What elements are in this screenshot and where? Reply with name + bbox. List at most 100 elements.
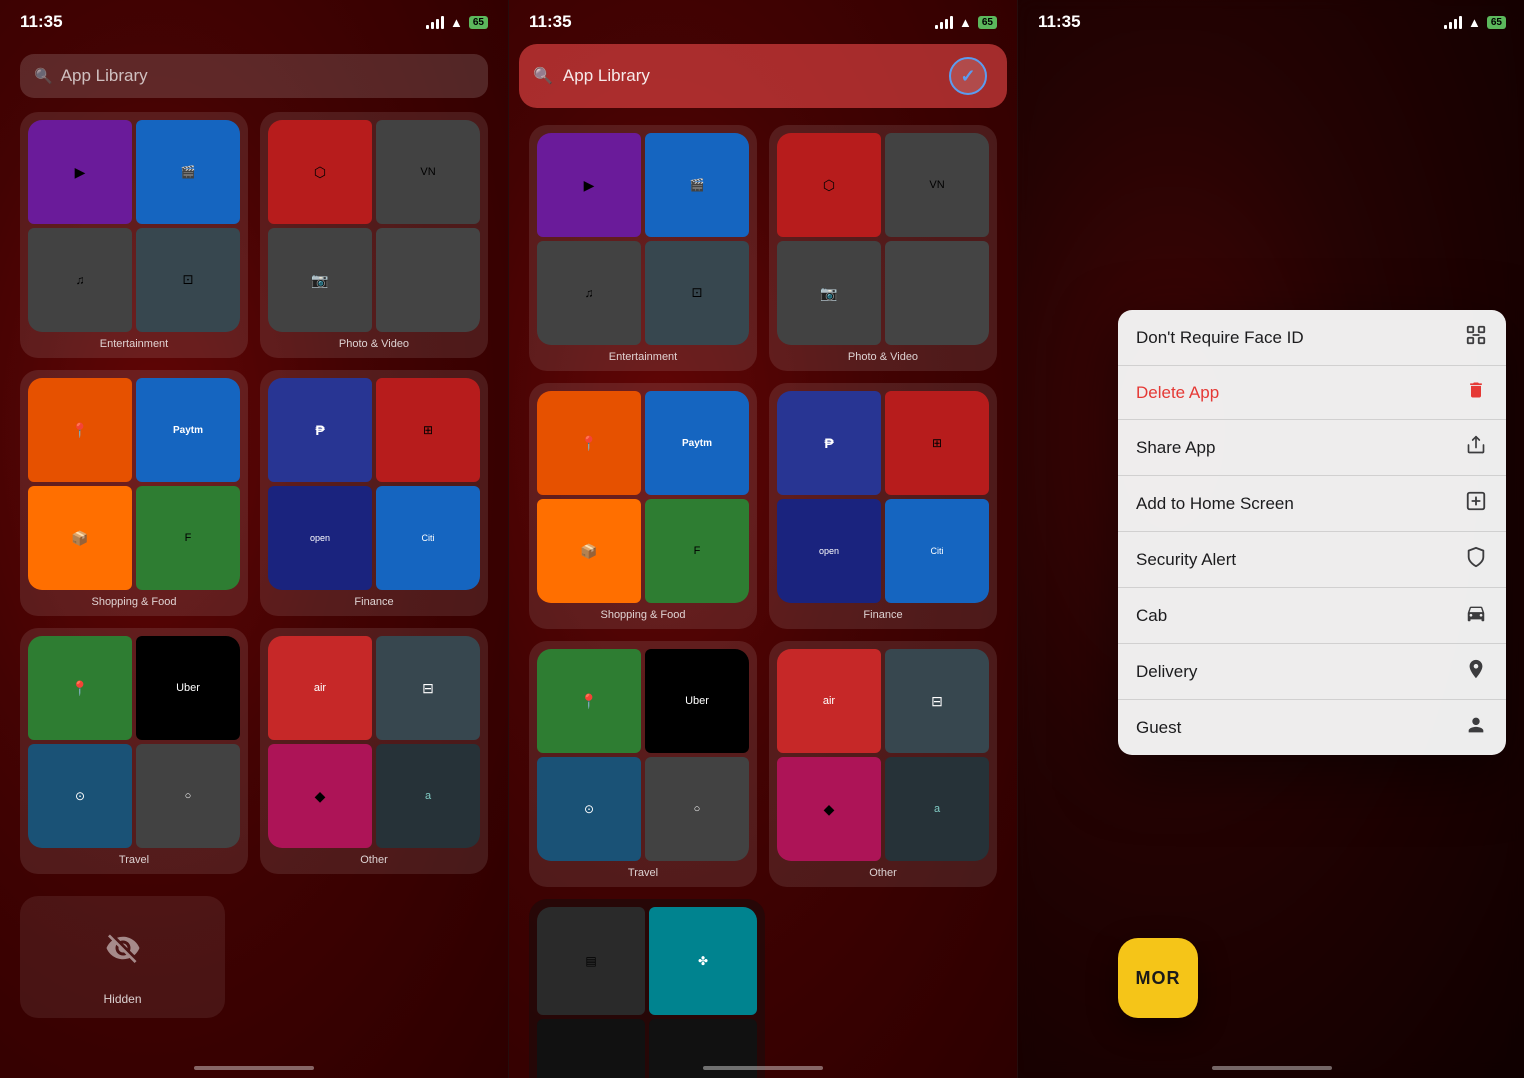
folder-finance-2[interactable]: ₱ ⊞ open Citi Finance: [769, 383, 997, 629]
folder-grid-photo-1: ⬡ VN 📷: [268, 120, 480, 332]
folder-cell: Paytm: [645, 391, 749, 495]
folder-shopping-2[interactable]: 📍 Paytm 📦 F Shopping & Food: [529, 383, 757, 629]
panel-1: 11:35 ▲ 65 🔍 App Library ▶ 🎬 ♫ ⚀: [0, 0, 508, 1078]
folder-cell: a: [885, 757, 989, 861]
folder-other-2[interactable]: air ⊟ ◆ a Other: [769, 641, 997, 887]
folder-label-photo-1: Photo & Video: [339, 338, 409, 350]
folder-cell: 📍: [28, 378, 132, 482]
folder-cell: ⚀: [136, 228, 240, 332]
grid-row-3: 📍 Uber ⊙ ○ Travel air ⊟ ◆ a Other: [20, 628, 488, 874]
folder-cell: ▤: [537, 907, 645, 1015]
folder-shopping-1[interactable]: 📍 Paytm 📦 F Shopping & Food: [20, 370, 248, 616]
folder-cell: ▶: [28, 120, 132, 224]
folder-label-other-2: Other: [869, 867, 897, 879]
menu-item-delivery[interactable]: Delivery: [1118, 644, 1506, 700]
menu-item-dont-require-face-id[interactable]: Don't Require Face ID: [1118, 310, 1506, 366]
grid-row-1: ▶ 🎬 ♫ ⚀ Entertainment ⬡ VN 📷 Photo & Vid…: [20, 112, 488, 358]
folder-travel-2[interactable]: 📍 Uber ⊙ ○ Travel: [529, 641, 757, 887]
folder-cell: F: [136, 486, 240, 590]
battery-badge-3: 65: [1487, 16, 1506, 29]
home-indicator-2[interactable]: [703, 1066, 823, 1070]
grid-row-2-4: ▤ ✤ Hidden: [529, 899, 997, 1078]
folder-hidden-apps-2[interactable]: ▤ ✤ Hidden: [529, 899, 765, 1078]
wifi-icon-2: ▲: [959, 15, 972, 30]
folder-label-finance-2: Finance: [863, 609, 902, 621]
folder-other-1[interactable]: air ⊟ ◆ a Other: [260, 628, 488, 874]
checkmark-circle-2: [949, 57, 987, 95]
search-placeholder-1: App Library: [61, 66, 148, 86]
face-id-icon: [1464, 324, 1488, 351]
folder-label-photo-2: Photo & Video: [848, 351, 918, 363]
folder-cell: a: [376, 744, 480, 848]
cab-icon: [1464, 602, 1488, 629]
folder-grid-shopping-2: 📍 Paytm 📦 F: [537, 391, 749, 603]
guest-icon: [1464, 714, 1488, 741]
app-grid-2: ▶ 🎬 ♫ ⚀ Entertainment ⬡ VN 📷 Photo & Vid…: [529, 125, 997, 1078]
folder-cell: ◆: [268, 744, 372, 848]
folder-cell: Uber: [136, 636, 240, 740]
folder-finance-1[interactable]: ₱ ⊞ open Citi Finance: [260, 370, 488, 616]
battery-badge-2: 65: [978, 16, 997, 29]
search-bar-1[interactable]: 🔍 App Library: [20, 54, 488, 98]
grid-row-2: 📍 Paytm 📦 F Shopping & Food ₱ ⊞ open Cit…: [20, 370, 488, 616]
menu-item-delete-app[interactable]: Delete App: [1118, 366, 1506, 420]
folder-cell: ⚀: [645, 241, 749, 345]
folder-entertainment-2[interactable]: ▶ 🎬 ♫ ⚀ Entertainment: [529, 125, 757, 371]
folder-grid-travel-2: 📍 Uber ⊙ ○: [537, 649, 749, 861]
menu-item-add-to-home-screen[interactable]: Add to Home Screen: [1118, 476, 1506, 532]
folder-cell: ₱: [777, 391, 881, 495]
folder-cell: ✤: [649, 907, 757, 1015]
search-icon-1: 🔍: [34, 67, 53, 85]
menu-item-guest[interactable]: Guest: [1118, 700, 1506, 755]
folder-cell: ⊞: [885, 391, 989, 495]
hidden-folder-1[interactable]: Hidden: [20, 896, 225, 1018]
folder-travel-1[interactable]: 📍 Uber ⊙ ○ Travel: [20, 628, 248, 874]
folder-cell: ⬡: [777, 133, 881, 237]
menu-item-cab[interactable]: Cab: [1118, 588, 1506, 644]
mor-app-icon-3[interactable]: MOR: [1118, 938, 1198, 1018]
trash-icon: [1464, 380, 1488, 405]
folder-grid-travel-1: 📍 Uber ⊙ ○: [28, 636, 240, 848]
folder-cell: ⊟: [376, 636, 480, 740]
folder-entertainment-1[interactable]: ▶ 🎬 ♫ ⚀ Entertainment: [20, 112, 248, 358]
signal-icon-3: [1444, 15, 1462, 29]
folder-photo-video-1[interactable]: ⬡ VN 📷 Photo & Video: [260, 112, 488, 358]
folder-label-shopping-1: Shopping & Food: [91, 596, 176, 608]
menu-label-guest: Guest: [1136, 718, 1181, 738]
menu-label-delivery: Delivery: [1136, 662, 1197, 682]
folder-cell: 🎬: [645, 133, 749, 237]
folder-cell: open: [777, 499, 881, 603]
status-icons-3: ▲ 65: [1444, 15, 1506, 30]
home-indicator-3[interactable]: [1212, 1066, 1332, 1070]
folder-label-other-1: Other: [360, 854, 388, 866]
search-highlight-2[interactable]: 🔍 App Library: [519, 44, 1007, 108]
menu-label-add-to-home-screen: Add to Home Screen: [1136, 494, 1294, 514]
folder-grid-other-2: air ⊟ ◆ a: [777, 649, 989, 861]
status-time-3: 11:35: [1038, 12, 1081, 32]
folder-cell: open: [268, 486, 372, 590]
folder-cell: Paytm: [136, 378, 240, 482]
folder-cell: F: [645, 499, 749, 603]
folder-cell: ○: [136, 744, 240, 848]
folder-cell: 🎬: [136, 120, 240, 224]
folder-photo-2[interactable]: ⬡ VN 📷 Photo & Video: [769, 125, 997, 371]
menu-item-security-alert[interactable]: Security Alert: [1118, 532, 1506, 588]
grid-row-2-1: ▶ 🎬 ♫ ⚀ Entertainment ⬡ VN 📷 Photo & Vid…: [529, 125, 997, 371]
menu-label-delete-app: Delete App: [1136, 383, 1219, 403]
status-bar-2: 11:35 ▲ 65: [509, 0, 1017, 44]
folder-cell: 📷: [777, 241, 881, 345]
folder-cell: air: [268, 636, 372, 740]
folder-cell: ♫: [28, 228, 132, 332]
folder-label-shopping-2: Shopping & Food: [600, 609, 685, 621]
menu-label-share-app: Share App: [1136, 438, 1215, 458]
folder-cell: 📍: [28, 636, 132, 740]
folder-cell: [537, 1019, 645, 1078]
battery-badge-1: 65: [469, 16, 488, 29]
home-indicator-1[interactable]: [194, 1066, 314, 1070]
folder-grid-entertainment-1: ▶ 🎬 ♫ ⚀: [28, 120, 240, 332]
grid-row-2-3: 📍 Uber ⊙ ○ Travel air ⊟ ◆ a Other: [529, 641, 997, 887]
status-bar-1: 11:35 ▲ 65: [0, 0, 508, 44]
menu-item-share-app[interactable]: Share App: [1118, 420, 1506, 476]
empty-slot-2: [777, 899, 997, 1078]
grid-row-2-2: 📍 Paytm 📦 F Shopping & Food ₱ ⊞ open Cit…: [529, 383, 997, 629]
